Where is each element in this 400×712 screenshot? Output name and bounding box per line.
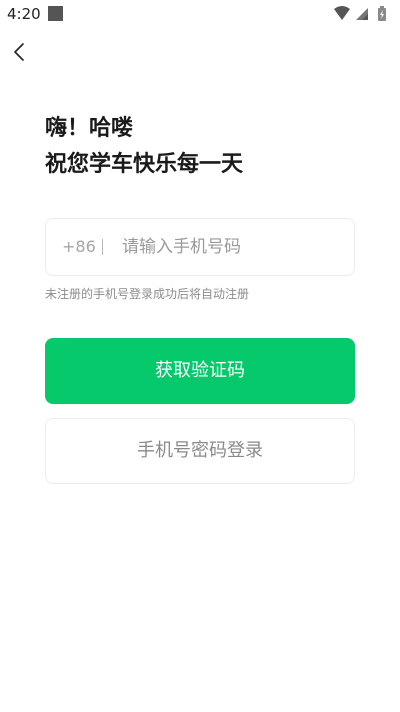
notification-square-icon — [48, 6, 63, 21]
greeting-subtitle: 祝您学车快乐每一天 — [45, 152, 244, 177]
phone-input[interactable] — [122, 232, 342, 262]
auto-register-hint: 未注册的手机号登录成功后将自动注册 — [45, 287, 250, 301]
greeting-title: 嗨！哈喽 — [45, 116, 134, 141]
status-time: 4:20 — [7, 5, 41, 23]
status-bar: 4:20 — [0, 0, 400, 28]
password-login-button[interactable]: 手机号密码登录 — [45, 418, 355, 484]
country-code[interactable]: +86 — [62, 236, 96, 258]
wifi-icon — [334, 6, 350, 20]
phone-input-box: +86 — [45, 218, 355, 276]
status-icons — [334, 6, 386, 21]
back-button[interactable] — [6, 38, 36, 68]
battery-charging-icon — [378, 6, 386, 21]
get-verification-code-button[interactable]: 获取验证码 — [45, 338, 355, 404]
divider — [102, 239, 103, 255]
chevron-left-icon — [14, 43, 24, 61]
